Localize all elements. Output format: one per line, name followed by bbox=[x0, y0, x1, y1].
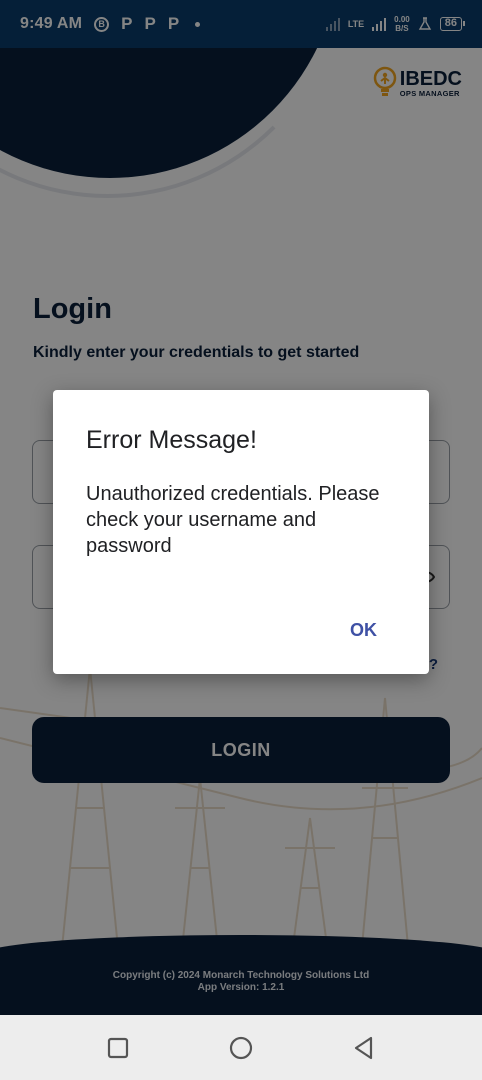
system-nav-bar bbox=[0, 1015, 482, 1080]
home-circle-icon[interactable] bbox=[228, 1035, 254, 1061]
dialog-message: Unauthorized credentials. Please check y… bbox=[86, 483, 380, 557]
back-triangle-icon[interactable] bbox=[351, 1035, 377, 1061]
recents-square-icon[interactable] bbox=[105, 1035, 131, 1061]
error-dialog: Error Message! Unauthorized credentials.… bbox=[53, 390, 429, 674]
dialog-title: Error Message! bbox=[86, 426, 257, 454]
ok-button[interactable]: OK bbox=[350, 620, 377, 641]
